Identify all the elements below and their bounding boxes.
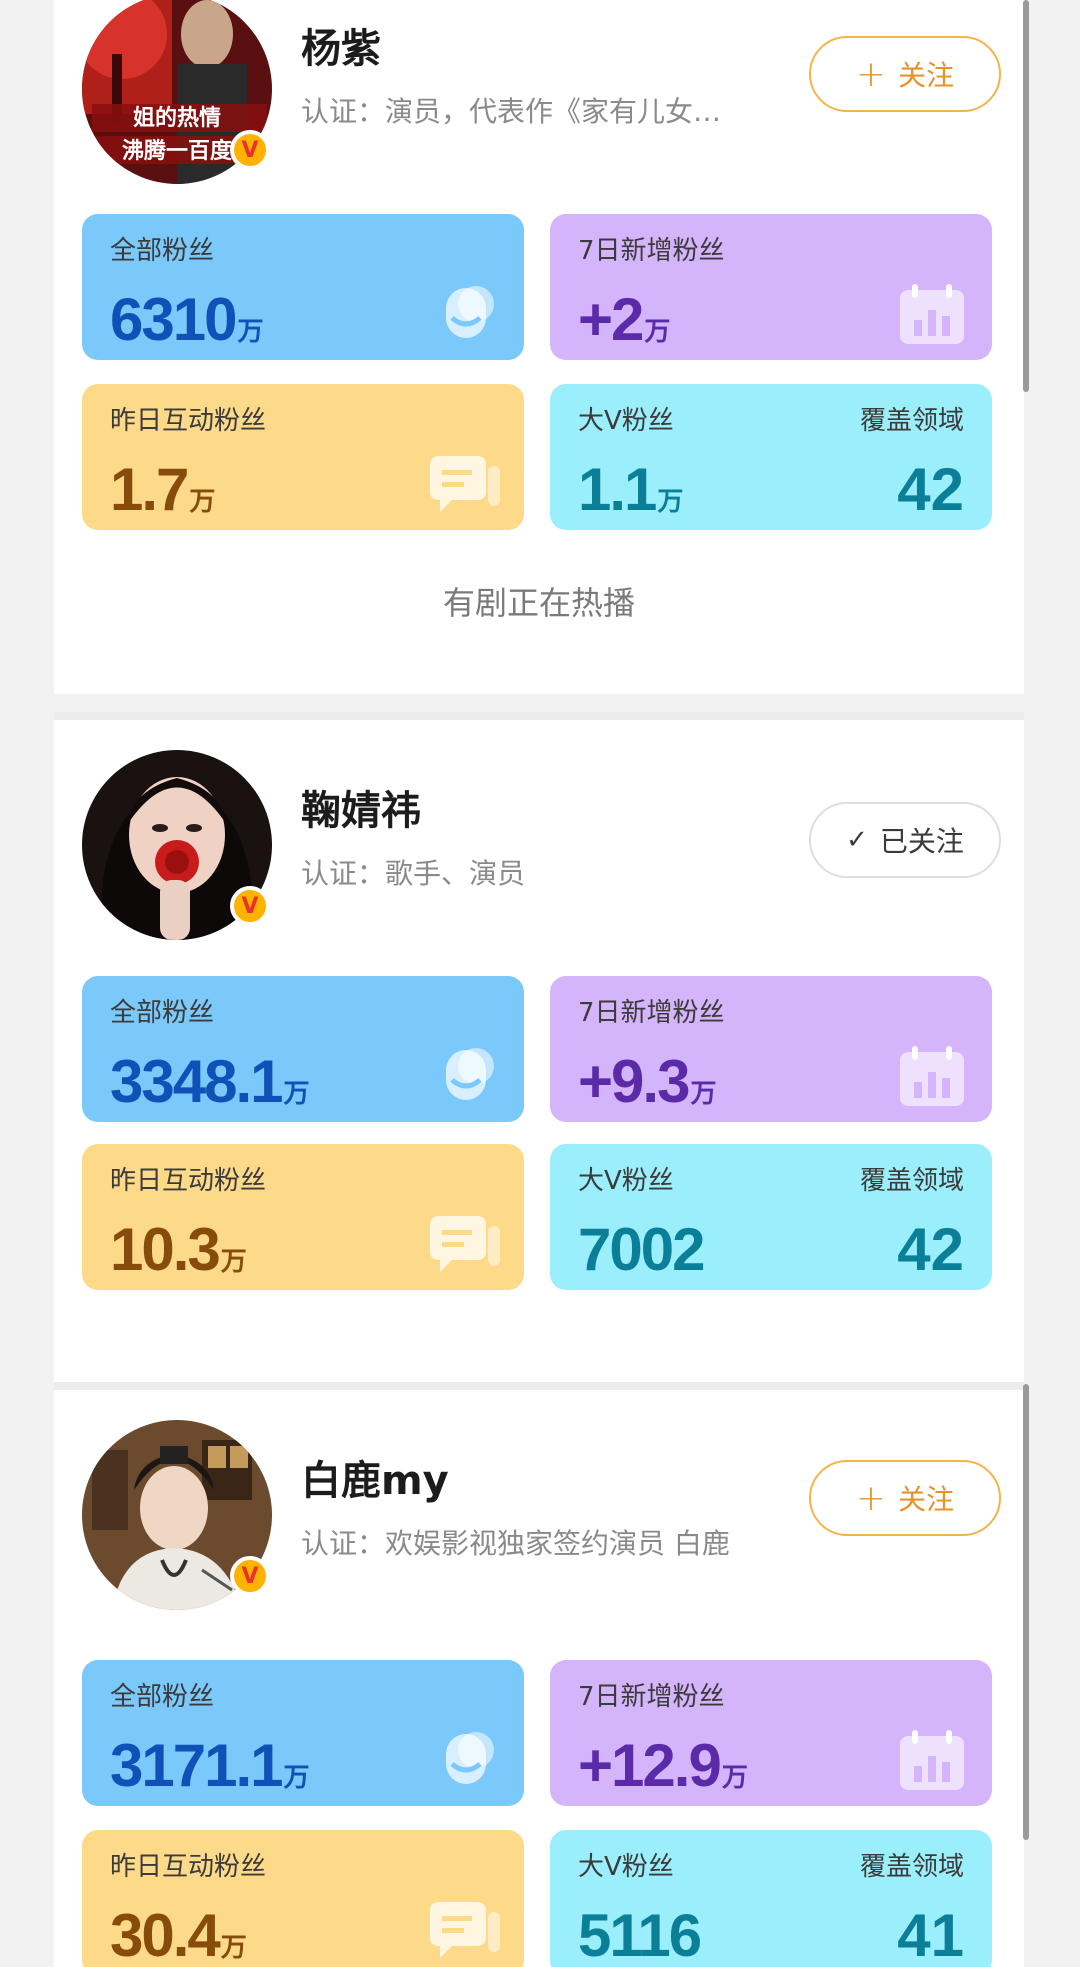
fans-icon: [446, 1048, 494, 1100]
stat-label-coverage: 覆盖领域: [859, 1166, 964, 1196]
stat-value: 6310万: [110, 286, 264, 353]
stat-all-fans[interactable]: 全部粉丝 6310万: [82, 214, 524, 360]
follow-button[interactable]: + 关注: [809, 1460, 1001, 1536]
stat-label: 全部粉丝: [110, 998, 215, 1028]
scrollbar[interactable]: [1023, 0, 1029, 392]
verified-icon: V: [230, 130, 270, 170]
user-card[interactable]: 姐的热情 沸腾一百度 V 杨紫 认证：演员，代表作《家有儿女… + 关注 全部粉…: [54, 0, 1024, 694]
user-card[interactable]: V 鞠婧祎 认证：歌手、演员 ✓ 已关注 全部粉丝 3348.1万 7日新增粉丝…: [54, 712, 1024, 1384]
stat-label: 7日新增粉丝: [578, 998, 725, 1028]
user-name[interactable]: 杨紫: [301, 16, 381, 74]
calendar-chart-icon: [900, 1730, 964, 1790]
stat-coverage-value: 41: [897, 1902, 964, 1967]
page: 姐的热情 沸腾一百度 V 杨紫 认证：演员，代表作《家有儿女… + 关注 全部粉…: [0, 0, 1080, 1967]
stat-value: 7002: [578, 1216, 705, 1283]
stat-label-coverage: 覆盖领域: [859, 1852, 964, 1882]
stat-value: 3348.1万: [110, 1048, 310, 1115]
fans-icon: [446, 286, 494, 338]
stat-value: 30.4万: [110, 1902, 247, 1967]
stat-label: 大V粉丝: [578, 406, 674, 436]
stat-new-7d[interactable]: 7日新增粉丝 +2万: [550, 214, 992, 360]
stat-interact-yesterday[interactable]: 昨日互动粉丝 1.7万: [82, 384, 524, 530]
svg-text:姐的热情: 姐的热情: [133, 105, 221, 131]
stat-label: 昨日互动粉丝: [110, 1166, 267, 1196]
stat-value: 10.3万: [110, 1216, 247, 1283]
follow-button[interactable]: + 关注: [809, 36, 1001, 112]
plus-icon: +: [855, 1477, 887, 1519]
stat-all-fans[interactable]: 全部粉丝 3348.1万: [82, 976, 524, 1122]
stat-big-v[interactable]: 大V粉丝 覆盖领域 5116 41: [550, 1830, 992, 1967]
stat-value: +12.9万: [578, 1732, 748, 1799]
stat-value: 3171.1万: [110, 1732, 310, 1799]
stat-big-v[interactable]: 大V粉丝 覆盖领域 1.1万 42: [550, 384, 992, 530]
stat-value: 1.7万: [110, 456, 216, 523]
hot-drama-tag[interactable]: 有剧正在热播: [54, 578, 1024, 624]
stat-interact-yesterday[interactable]: 昨日互动粉丝 30.4万: [82, 1830, 524, 1967]
follow-label: 关注: [898, 59, 955, 92]
stat-coverage-value: 42: [897, 456, 964, 523]
stat-label: 大V粉丝: [578, 1852, 674, 1882]
stat-label: 昨日互动粉丝: [110, 1852, 267, 1882]
stat-all-fans[interactable]: 全部粉丝 3171.1万: [82, 1660, 524, 1806]
stat-value: +9.3万: [578, 1048, 717, 1115]
stat-label: 7日新增粉丝: [578, 236, 725, 266]
check-icon: ✓: [846, 825, 868, 855]
stat-value: +2万: [578, 286, 671, 353]
stat-big-v[interactable]: 大V粉丝 覆盖领域 7002 42: [550, 1144, 992, 1290]
plus-icon: +: [855, 53, 887, 95]
followed-label: 已关注: [879, 825, 964, 858]
follow-label: 关注: [898, 1483, 955, 1516]
calendar-chart-icon: [900, 1046, 964, 1106]
stat-new-7d[interactable]: 7日新增粉丝 +9.3万: [550, 976, 992, 1122]
chat-icon: [430, 1216, 500, 1272]
stat-interact-yesterday[interactable]: 昨日互动粉丝 10.3万: [82, 1144, 524, 1290]
stat-label: 大V粉丝: [578, 1166, 674, 1196]
user-cert: 认证：演员，代表作《家有儿女…: [301, 95, 722, 128]
user-cert: 认证：欢娱影视独家签约演员 白鹿: [301, 1527, 730, 1560]
verified-icon: V: [230, 886, 270, 926]
stat-coverage-value: 42: [897, 1216, 964, 1283]
stat-label: 全部粉丝: [110, 1682, 215, 1712]
stat-new-7d[interactable]: 7日新增粉丝 +12.9万: [550, 1660, 992, 1806]
followed-button[interactable]: ✓ 已关注: [809, 802, 1001, 878]
svg-text:沸腾一百度: 沸腾一百度: [122, 138, 233, 164]
stat-label-coverage: 覆盖领域: [859, 406, 964, 436]
stat-label: 昨日互动粉丝: [110, 406, 267, 436]
chat-icon: [430, 1902, 500, 1958]
user-card[interactable]: V 白鹿my 认证：欢娱影视独家签约演员 白鹿 + 关注 全部粉丝 3171.1…: [54, 1382, 1024, 1967]
scrollbar[interactable]: [1023, 1384, 1029, 1840]
chat-icon: [430, 456, 500, 512]
user-name[interactable]: 白鹿my: [301, 1448, 449, 1506]
stat-label: 7日新增粉丝: [578, 1682, 725, 1712]
stat-label: 全部粉丝: [110, 236, 215, 266]
verified-icon: V: [230, 1556, 270, 1596]
user-name[interactable]: 鞠婧祎: [301, 778, 421, 836]
user-cert: 认证：歌手、演员: [301, 857, 526, 890]
calendar-chart-icon: [900, 284, 964, 344]
stat-value: 5116: [578, 1902, 702, 1967]
fans-icon: [446, 1732, 494, 1784]
stat-value: 1.1万: [578, 456, 684, 523]
